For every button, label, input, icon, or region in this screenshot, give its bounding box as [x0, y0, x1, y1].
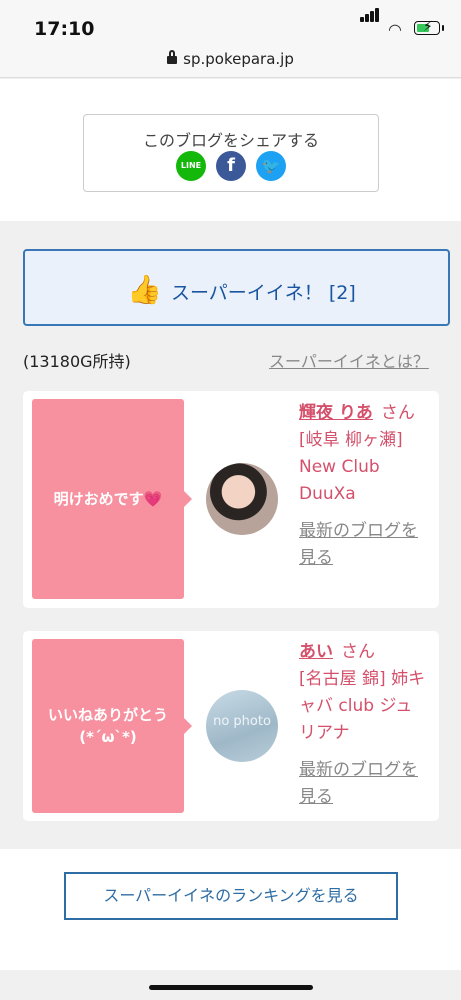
status-bar: 17:10 ◠ ⚡ sp.pokepara.jp [0, 0, 461, 78]
url-text: sp.pokepara.jp [183, 50, 294, 68]
super-iine-label: スーパーイイネ！ [2] [171, 282, 356, 304]
entry-info: 輝夜 りあ さん [岐阜 柳ヶ瀬] New Club DuuXa 最新のブログを見… [299, 400, 429, 572]
honorific: さん [341, 642, 375, 662]
honorific: さん [380, 403, 415, 423]
entry-info: あい さん [名古屋 錦] 姉キャバ club ジュリアナ 最新のブログを見る [299, 639, 429, 811]
thumbs-up-icon: 👍 [127, 273, 162, 306]
lock-icon [167, 50, 178, 64]
line-share-icon[interactable]: LINE [176, 151, 206, 181]
iine-entry: 明けおめです💗 輝夜 りあ さん [岐阜 柳ヶ瀬] New Club DuuXa … [23, 391, 439, 608]
share-section: このブログをシェアする LINE f 🐦 [0, 79, 461, 221]
girl-name-link[interactable]: あい [299, 642, 333, 662]
points-balance: (13180G所持) [23, 352, 131, 371]
shop-name: [岐阜 柳ヶ瀬] New Club DuuXa [299, 430, 403, 504]
status-time: 17:10 [34, 18, 95, 40]
message-bubble: 明けおめです💗 [32, 399, 192, 599]
share-title: このブログをシェアする [142, 131, 319, 150]
iine-entry: いいねありがとう (*´ω`*) no photo あい さん [名古屋 錦] 姉… [23, 631, 439, 821]
no-photo-text: no photo [213, 714, 271, 729]
ranking-button[interactable]: スーパーイイネのランキングを見る [64, 872, 398, 920]
girl-name-link[interactable]: 輝夜 りあ [299, 403, 373, 423]
battery-icon: ⚡ [414, 19, 444, 35]
what-is-super-iine-link[interactable]: スーパーイイネとは？ [269, 348, 429, 372]
shop-name: [名古屋 錦] 姉キャバ club ジュリアナ [299, 669, 426, 743]
latest-blog-link[interactable]: 最新のブログを見る [299, 518, 429, 572]
share-box: このブログをシェアする LINE f 🐦 [83, 114, 379, 192]
address-bar[interactable]: sp.pokepara.jp [0, 50, 461, 68]
facebook-share-icon[interactable]: f [216, 151, 246, 181]
twitter-share-icon[interactable]: 🐦 [256, 151, 286, 181]
latest-blog-link[interactable]: 最新のブログを見る [299, 757, 429, 811]
message-bubble: いいねありがとう (*´ω`*) [32, 639, 192, 813]
avatar[interactable] [206, 463, 278, 535]
wifi-icon: ◠ [388, 20, 402, 39]
avatar[interactable]: no photo [206, 690, 278, 762]
super-iine-button[interactable]: 👍 スーパーイイネ！ [2] [23, 249, 450, 326]
ranking-section: スーパーイイネのランキングを見る [0, 849, 461, 970]
home-indicator[interactable] [149, 985, 313, 990]
